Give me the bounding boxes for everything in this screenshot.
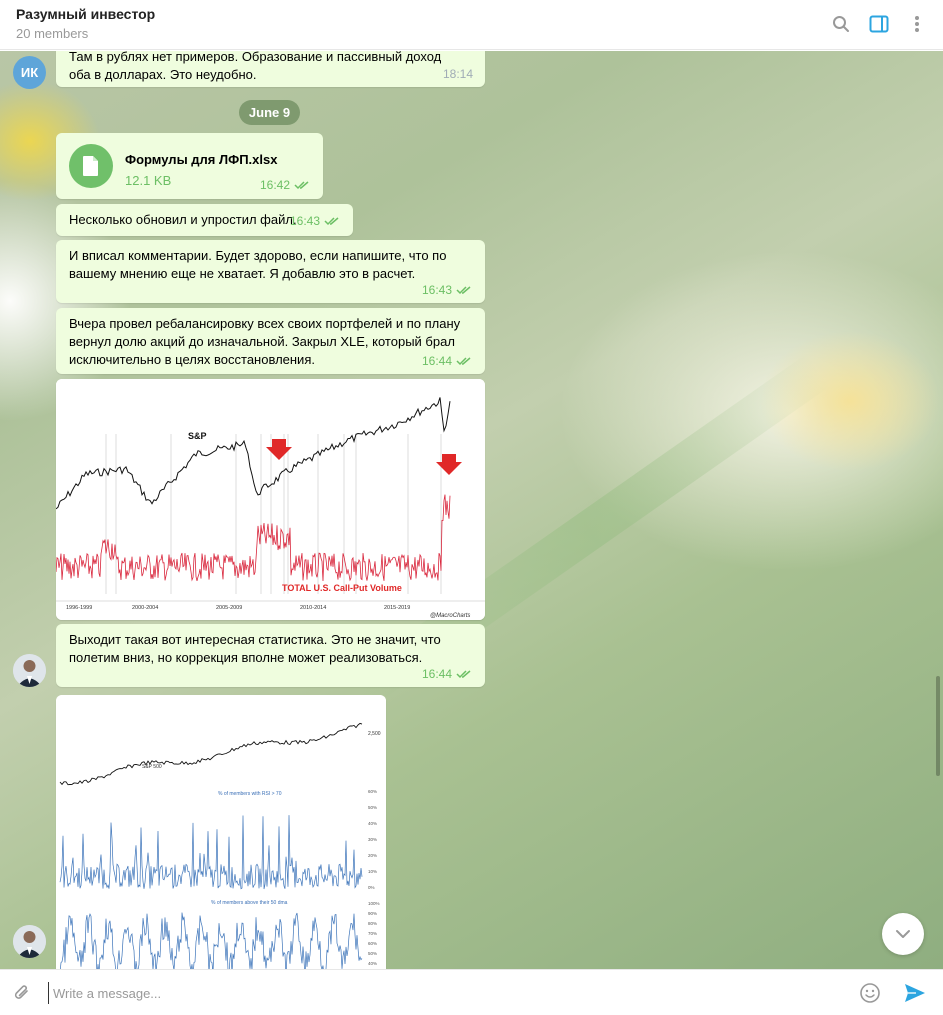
emoji-icon[interactable] — [858, 981, 882, 1005]
scrollbar[interactable] — [936, 106, 940, 966]
double-check-icon — [456, 286, 471, 295]
series-label: TOTAL U.S. Call-Put Volume — [282, 583, 402, 593]
send-icon[interactable] — [903, 981, 927, 1005]
x-tick-label: 2000-2004 — [132, 605, 158, 611]
file-message[interactable]: Формулы для ЛФП.xlsx 12.1 KB 16:42 — [56, 133, 323, 199]
double-check-icon — [456, 357, 471, 366]
y-tick-label: 50% — [368, 805, 377, 810]
panel-title: % of members above their 50 dma — [211, 900, 288, 906]
message-text: Там в рублях нет примеров. Образование и… — [69, 51, 442, 64]
message-text: вашему мнению еще не хватает. Я добавлю … — [69, 266, 416, 281]
message-bubble[interactable]: Выходит такая вот интересная статистика.… — [56, 624, 485, 687]
message-bubble[interactable]: Несколько обновил и упростил файл. 16:43 — [56, 204, 353, 236]
message-text: Выходит такая вот интересная статистика.… — [69, 632, 441, 647]
double-check-icon — [456, 670, 471, 679]
y-tick-label: 70% — [368, 931, 377, 936]
chat-history[interactable]: Там в рублях нет примеров. Образование и… — [0, 51, 943, 969]
scrollbar-thumb[interactable] — [936, 676, 940, 776]
date-separator: June 9 — [239, 100, 300, 125]
message-time: 18:14 — [442, 67, 473, 81]
message-bubble[interactable]: Вчера провел ребалансировку всех своих п… — [56, 308, 485, 374]
user-photo-icon — [13, 925, 46, 958]
y-tick-label: 80% — [368, 921, 377, 926]
message-bubble[interactable]: И вписал комментарии. Будет здорово, есл… — [56, 240, 485, 303]
y-tick-label: 30% — [368, 837, 377, 842]
avatar[interactable]: ИК — [13, 56, 46, 89]
message-time: 16:42 — [259, 178, 290, 192]
message-bubble[interactable]: Там в рублях нет примеров. Образование и… — [56, 51, 485, 87]
chat-title[interactable]: Разумный инвестор — [16, 6, 155, 22]
panel-title: % of members with RSI > 70 — [218, 791, 282, 797]
avatar[interactable] — [13, 654, 46, 687]
y-tick-label: 60% — [368, 789, 377, 794]
members-count[interactable]: 20 members — [16, 26, 88, 41]
file-name[interactable]: Формулы для ЛФП.xlsx — [125, 151, 277, 169]
attach-icon[interactable] — [10, 981, 34, 1005]
message-text: полетим вниз, но коррекция вполне может … — [69, 650, 423, 665]
y-tick-label: 2,500 — [368, 731, 381, 737]
chat-header: Разумный инвестор 20 members — [0, 0, 943, 50]
y-tick-label: 40% — [368, 821, 377, 826]
y-tick-label: 20% — [368, 853, 377, 858]
message-time: 16:44 — [421, 354, 452, 368]
sidebar-toggle-icon[interactable] — [867, 12, 891, 36]
double-check-icon — [294, 181, 309, 190]
y-tick-label: 100% — [368, 901, 380, 906]
message-text: вернул долю акций до изначальной. Закрыл… — [69, 334, 455, 349]
chart-title: S&P — [188, 431, 207, 441]
y-tick-label: 50% — [368, 951, 377, 956]
x-tick-label: 2005-2009 — [216, 605, 242, 611]
more-vertical-icon[interactable] — [905, 12, 929, 36]
y-tick-label: 60% — [368, 941, 377, 946]
double-check-icon — [324, 217, 339, 226]
search-icon[interactable] — [829, 12, 853, 36]
message-time: 16:44 — [421, 667, 452, 681]
breadth-chart: S&P 500 2,500 % of members with RSI > 70… — [56, 695, 386, 969]
user-photo-icon — [13, 654, 46, 687]
y-tick-label: 40% — [368, 961, 377, 966]
avatar[interactable] — [13, 925, 46, 958]
message-text: И вписал комментарии. Будет здорово, есл… — [69, 248, 447, 263]
message-composer — [0, 969, 943, 1015]
chart-image[interactable]: S&P 500 2,500 % of members with RSI > 70… — [56, 695, 386, 969]
chart-image[interactable]: S&P TOTAL U.S. Call-Put Volume 1996-1999… — [56, 379, 485, 620]
chart-credit: @MacroCharts — [430, 613, 470, 619]
file-icon[interactable] — [69, 144, 113, 188]
message-input[interactable] — [48, 982, 828, 1004]
message-text: исключительно в целях восстановления. — [69, 352, 315, 367]
x-tick-label: 2010-2014 — [300, 605, 326, 611]
y-tick-label: 10% — [368, 869, 377, 874]
message-time: 16:43 — [289, 214, 320, 228]
x-tick-label: 2015-2019 — [384, 605, 410, 611]
chevron-down-icon — [896, 930, 910, 938]
message-text: оба в долларах. Это неудобно. — [69, 67, 257, 82]
y-tick-label: 0% — [368, 885, 375, 890]
scroll-down-button[interactable] — [882, 913, 924, 955]
file-size: 12.1 KB — [125, 173, 172, 188]
x-tick-label: 1996-1999 — [66, 605, 92, 611]
series-label: S&P 500 — [142, 764, 162, 770]
sp-callput-chart: S&P TOTAL U.S. Call-Put Volume 1996-1999… — [56, 379, 485, 620]
y-tick-label: 90% — [368, 911, 377, 916]
message-text: Вчера провел ребалансировку всех своих п… — [69, 316, 461, 331]
message-time: 16:43 — [421, 283, 452, 297]
